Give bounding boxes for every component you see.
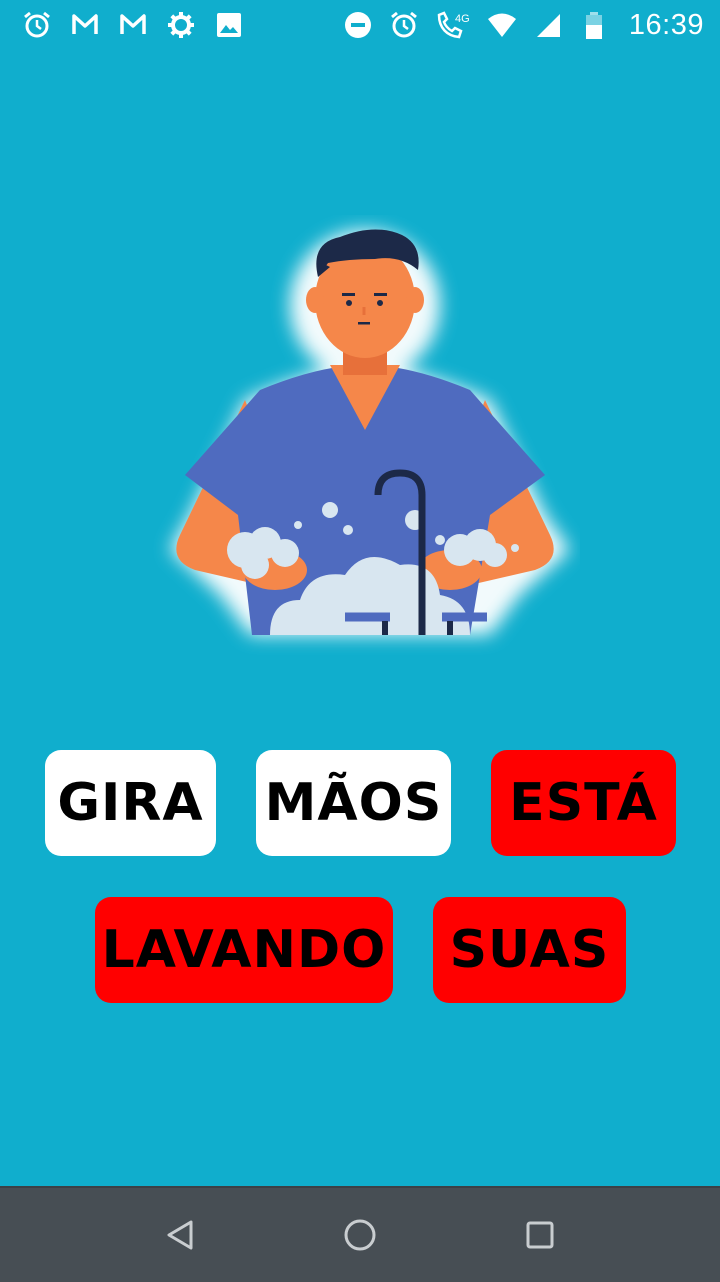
recents-button[interactable] xyxy=(515,1210,565,1260)
alarm-icon xyxy=(20,8,54,42)
do-not-disturb-icon xyxy=(341,8,375,42)
word-tile-lavando[interactable]: LAVANDO xyxy=(95,897,393,1003)
gmail-icon xyxy=(68,8,102,42)
home-icon xyxy=(344,1219,376,1251)
system-icons: 4G 16:39 xyxy=(341,8,704,42)
home-button[interactable] xyxy=(335,1210,385,1260)
back-icon xyxy=(167,1220,193,1250)
navigation-bar xyxy=(0,1186,720,1282)
battery-icon xyxy=(577,8,611,42)
settings-icon xyxy=(164,8,198,42)
signal-icon xyxy=(531,8,565,42)
word-tile-gira[interactable]: GIRA xyxy=(45,750,216,856)
word-tile-suas[interactable]: SUAS xyxy=(433,897,626,1003)
man-washing-hands-illustration xyxy=(150,215,580,675)
wifi-icon xyxy=(485,8,519,42)
recents-icon xyxy=(526,1221,554,1249)
status-bar: 4G 16:39 xyxy=(0,0,720,50)
status-clock: 16:39 xyxy=(628,8,704,41)
word-tile-maos[interactable]: MÃOS xyxy=(256,750,451,856)
back-button[interactable] xyxy=(155,1210,205,1260)
word-tile-esta[interactable]: ESTÁ xyxy=(491,750,676,856)
gmail-icon xyxy=(116,8,150,42)
gallery-icon xyxy=(212,8,246,42)
volte-call-icon: 4G xyxy=(433,8,473,42)
notification-icons xyxy=(20,8,246,42)
network-type-label: 4G xyxy=(455,13,470,25)
alarm-icon xyxy=(387,8,421,42)
